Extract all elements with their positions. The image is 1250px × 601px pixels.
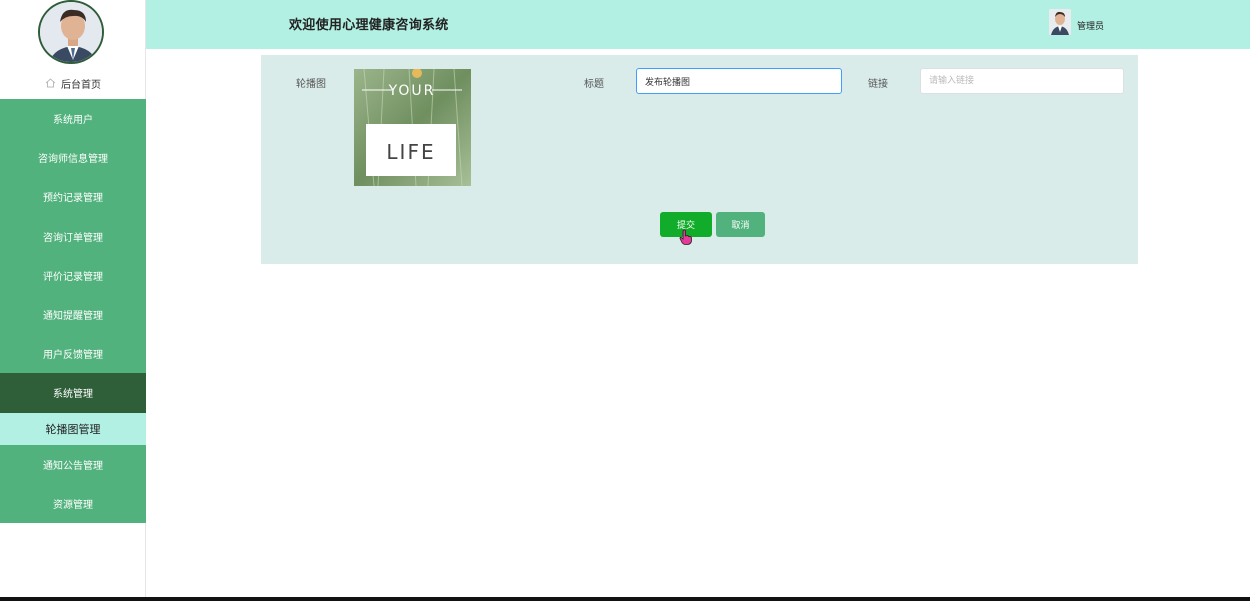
top-header: 欢迎使用心理健康咨询系统 管理员 bbox=[146, 0, 1250, 49]
carousel-form-panel: 轮播图 YOUR LIFE 标题 发布轮播图 链接 请输入链接 提交 取消 bbox=[261, 55, 1138, 264]
avatar[interactable] bbox=[38, 0, 104, 64]
sidebar-item-user-feedback[interactable]: 用户反馈管理 bbox=[0, 334, 146, 374]
sidebar-item-appointments[interactable]: 预约记录管理 bbox=[0, 177, 146, 217]
carousel-image-upload[interactable]: YOUR LIFE bbox=[354, 69, 471, 186]
page: 后台首页 系统用户 咨询师信息管理 预约记录管理 咨询订单管理 评价记录管理 通… bbox=[0, 0, 1250, 601]
sidebar-item-announcements[interactable]: 通知公告管理 bbox=[0, 444, 146, 484]
sidebar-item-reviews[interactable]: 评价记录管理 bbox=[0, 255, 146, 295]
sidebar-item-resources[interactable]: 资源管理 bbox=[0, 483, 146, 523]
page-title: 欢迎使用心理健康咨询系统 bbox=[289, 18, 449, 33]
link-input[interactable] bbox=[920, 68, 1124, 94]
cancel-button[interactable]: 取消 bbox=[716, 212, 765, 237]
title-label: 标题 bbox=[584, 79, 604, 90]
link-label: 链接 bbox=[868, 79, 888, 90]
carousel-image-preview: YOUR LIFE bbox=[354, 69, 471, 186]
user-avatar bbox=[1049, 9, 1071, 35]
bottom-border bbox=[0, 597, 1250, 601]
sidebar-item-system-users[interactable]: 系统用户 bbox=[0, 99, 146, 139]
hand-cursor-icon bbox=[679, 229, 693, 245]
sidebar-item-consult-orders[interactable]: 咨询订单管理 bbox=[0, 216, 146, 256]
title-input[interactable] bbox=[636, 68, 842, 94]
sidebar-item-carousel-management[interactable]: 轮播图管理 bbox=[0, 412, 146, 445]
sidebar-item-system-management[interactable]: 系统管理 bbox=[0, 373, 146, 413]
avatar-photo-icon bbox=[40, 2, 102, 62]
sidebar-item-counselor-info[interactable]: 咨询师信息管理 bbox=[0, 138, 146, 178]
sidebar: 后台首页 系统用户 咨询师信息管理 预约记录管理 咨询订单管理 评价记录管理 通… bbox=[0, 0, 146, 597]
sidebar-home-link[interactable]: 后台首页 bbox=[0, 70, 146, 96]
sidebar-menu: 系统用户 咨询师信息管理 预约记录管理 咨询订单管理 评价记录管理 通知提醒管理… bbox=[0, 99, 146, 523]
svg-text:LIFE: LIFE bbox=[386, 140, 435, 164]
carousel-image-label: 轮播图 bbox=[296, 79, 326, 90]
user-avatar-icon bbox=[1049, 9, 1071, 35]
user-menu[interactable]: 管理员 bbox=[1049, 9, 1104, 35]
sidebar-home-label: 后台首页 bbox=[61, 79, 101, 91]
user-name: 管理员 bbox=[1077, 21, 1105, 32]
home-icon bbox=[45, 78, 56, 88]
svg-text:YOUR: YOUR bbox=[388, 83, 436, 99]
sidebar-item-notifications[interactable]: 通知提醒管理 bbox=[0, 294, 146, 335]
